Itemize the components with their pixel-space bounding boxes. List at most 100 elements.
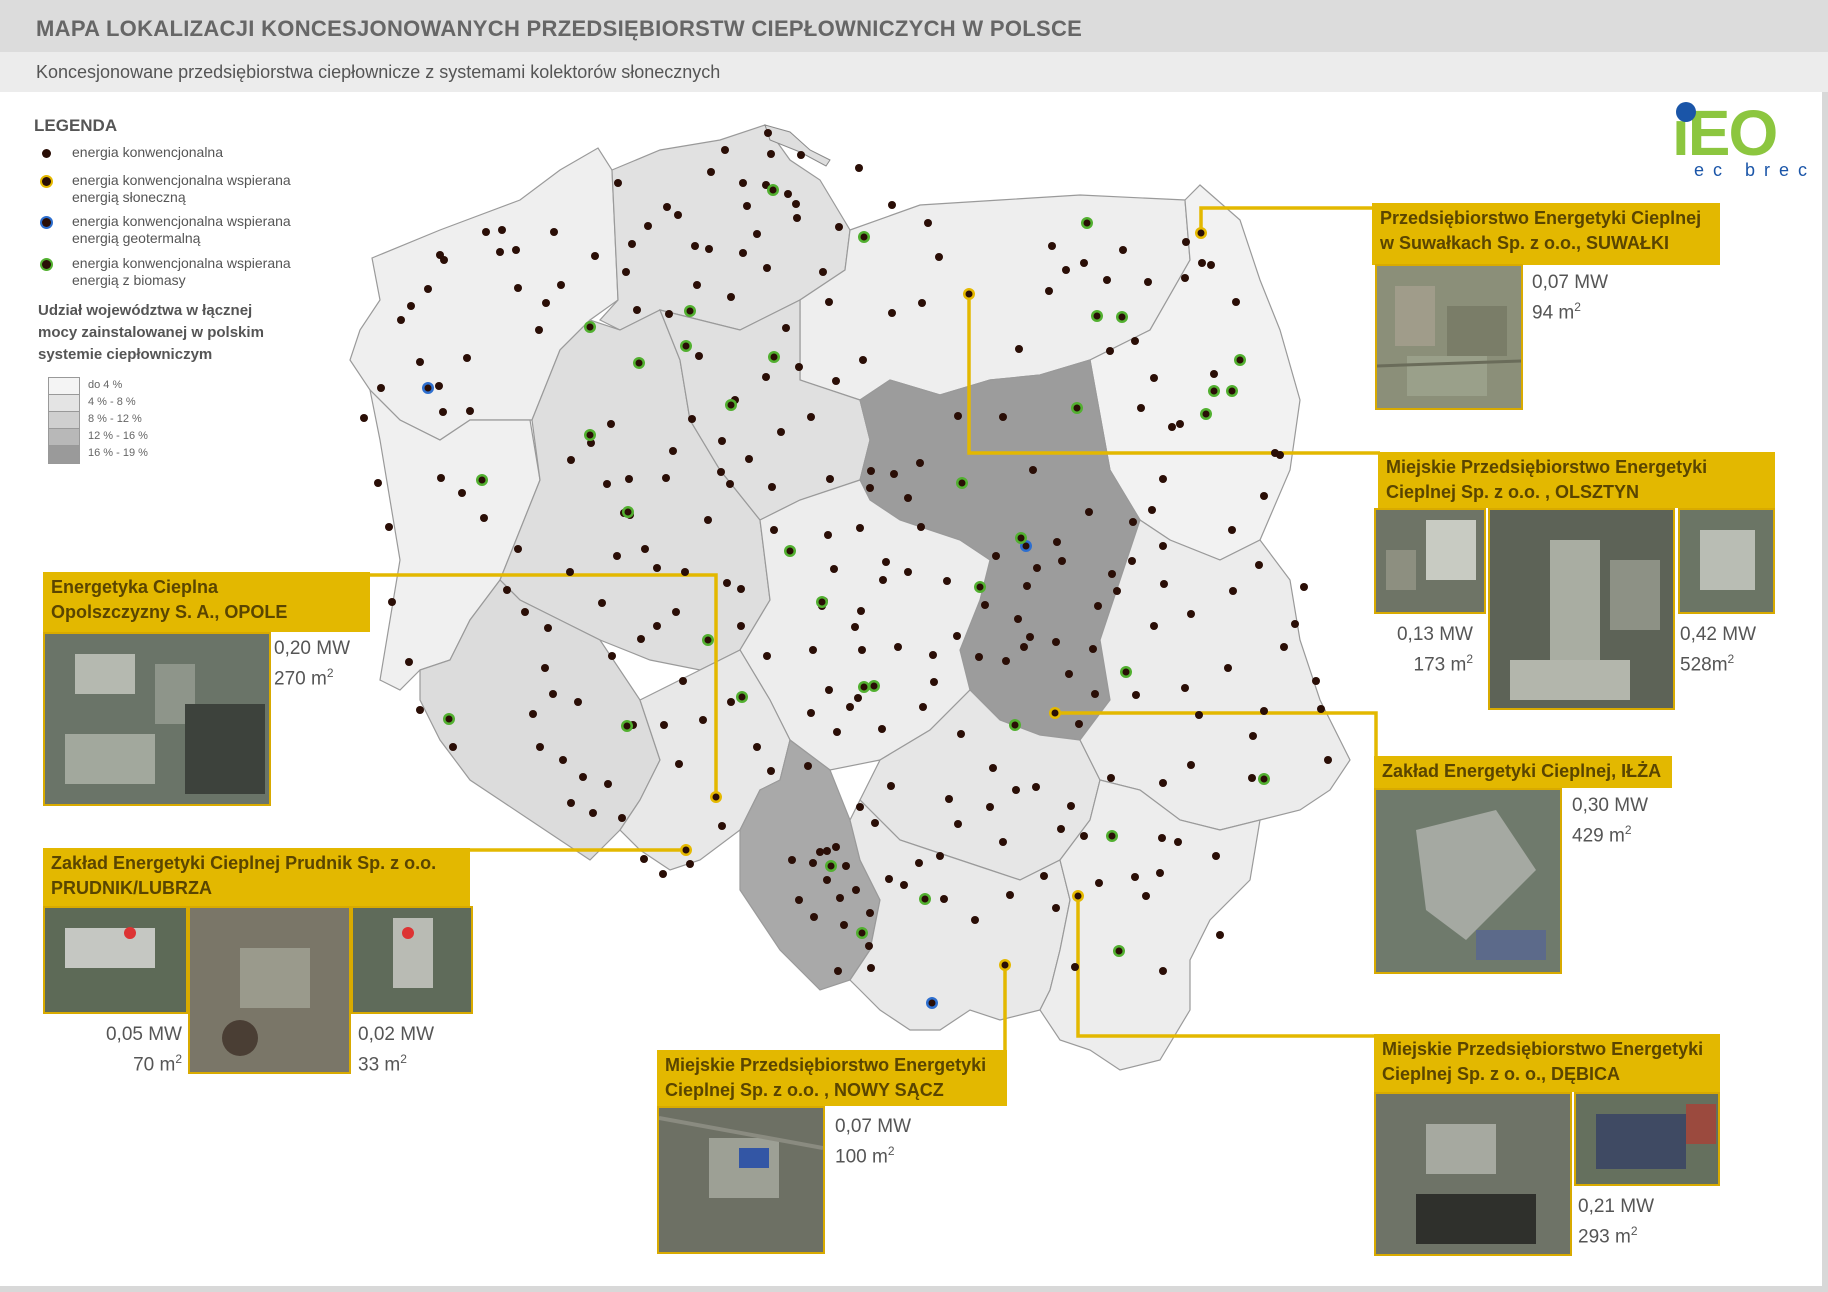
location-dot [723, 579, 731, 587]
location-dot [857, 607, 865, 615]
location-dot [637, 635, 645, 643]
location-dot [887, 782, 895, 790]
location-dot [679, 677, 687, 685]
location-dot [936, 852, 944, 860]
location-dot [416, 358, 424, 366]
location-dot [1057, 825, 1065, 833]
location-dot [360, 414, 368, 422]
power-value: 0,07 MW [835, 1116, 912, 1137]
location-dot [1156, 869, 1164, 877]
area-value: 33 m [358, 1054, 401, 1076]
power-value: 0,02 MW [358, 1024, 435, 1045]
area-exponent: 2 [1466, 652, 1473, 666]
area-row: 173 m2 [1393, 647, 1474, 677]
area-exponent: 2 [1624, 823, 1632, 837]
location-dot [1122, 668, 1130, 676]
location-dot [737, 622, 745, 630]
callout-name-line-1: Miejskie Przedsiębiorstwo Energetyki [665, 1055, 987, 1075]
location-dot [846, 703, 854, 711]
location-dot [1012, 786, 1020, 794]
location-dot [858, 646, 866, 654]
location-dot [613, 552, 621, 560]
location-dot [882, 558, 890, 566]
location-dot [1148, 506, 1156, 514]
share-legend-title: Udział województwa w łącznej mocy zainst… [38, 302, 264, 363]
location-dot [1224, 664, 1232, 672]
location-dot [574, 698, 582, 706]
scale-label-4: 12 % - 16 % [88, 430, 148, 442]
location-dot [559, 756, 567, 764]
location-dot [885, 875, 893, 883]
location-dot [535, 326, 543, 334]
power-value: 0,07 MW [1532, 272, 1609, 293]
location-dot [919, 703, 927, 711]
power-value: 0,42 MW [1680, 624, 1757, 645]
location-dot [407, 302, 415, 310]
location-dot [763, 652, 771, 660]
location-dot [1210, 387, 1218, 395]
location-dot [1248, 774, 1256, 782]
location-dot [825, 686, 833, 694]
location-dot [1228, 526, 1236, 534]
location-dot [1073, 404, 1081, 412]
location-dot [458, 489, 466, 497]
location-dot [767, 150, 775, 158]
location-dot [859, 356, 867, 364]
ieo-logo: iEO ec brec [1672, 96, 1822, 186]
area-exponent: 2 [1727, 652, 1735, 666]
location-dot [737, 585, 745, 593]
area-value: 270 m [274, 668, 327, 690]
measure-olsztyn-b: 0,42 MW 528m2 [1680, 622, 1756, 677]
location-dot [865, 942, 873, 950]
location-dot [832, 843, 840, 851]
location-dot [835, 223, 843, 231]
location-dot [449, 743, 457, 751]
location-dot [614, 179, 622, 187]
photo-prudnik-a [43, 906, 188, 1014]
location-dot [653, 622, 661, 630]
location-dot [929, 651, 937, 659]
location-dot [809, 859, 817, 867]
location-dot [924, 219, 932, 227]
location-dot [1249, 732, 1257, 740]
location-dot [1033, 564, 1041, 572]
location-dot [753, 743, 761, 751]
location-dot [521, 608, 529, 616]
location-dot [767, 767, 775, 775]
location-dot [784, 190, 792, 198]
area-row: 528m2 [1680, 647, 1756, 677]
location-dot [1232, 298, 1240, 306]
location-dot [405, 658, 413, 666]
callout-opole: Energetyka Cieplna Opolszczyzny S. A., O… [43, 572, 370, 632]
location-dot [544, 624, 552, 632]
scale-label-3: 8 % - 12 % [88, 413, 142, 425]
location-dot [718, 822, 726, 830]
location-dot [826, 475, 834, 483]
location-dot [377, 384, 385, 392]
photo-ilza [1374, 788, 1562, 974]
location-dot [550, 228, 558, 236]
photo-suwalki [1375, 264, 1523, 410]
location-dot [858, 929, 866, 937]
location-dot [818, 598, 826, 606]
location-dot [542, 299, 550, 307]
area-exponent: 2 [887, 1144, 895, 1158]
location-dot [1131, 873, 1139, 881]
location-dot [727, 293, 735, 301]
photo-debica-b [1574, 1092, 1720, 1186]
location-dot [388, 598, 396, 606]
location-dot [1083, 219, 1091, 227]
bio-dot-icon [42, 260, 51, 269]
location-dot [1197, 229, 1205, 237]
location-dot [536, 743, 544, 751]
location-dot [480, 514, 488, 522]
callout-suwalki: Przedsiębiorstwo Energetyki Cieplnej w S… [1372, 203, 1720, 265]
area-row: 270 m2 [274, 661, 350, 691]
power-value: 0,20 MW [274, 638, 351, 659]
location-dot [598, 599, 606, 607]
location-dot [1052, 904, 1060, 912]
location-dot [669, 447, 677, 455]
location-dot [385, 523, 393, 531]
location-dot [1067, 802, 1075, 810]
location-dot [833, 728, 841, 736]
